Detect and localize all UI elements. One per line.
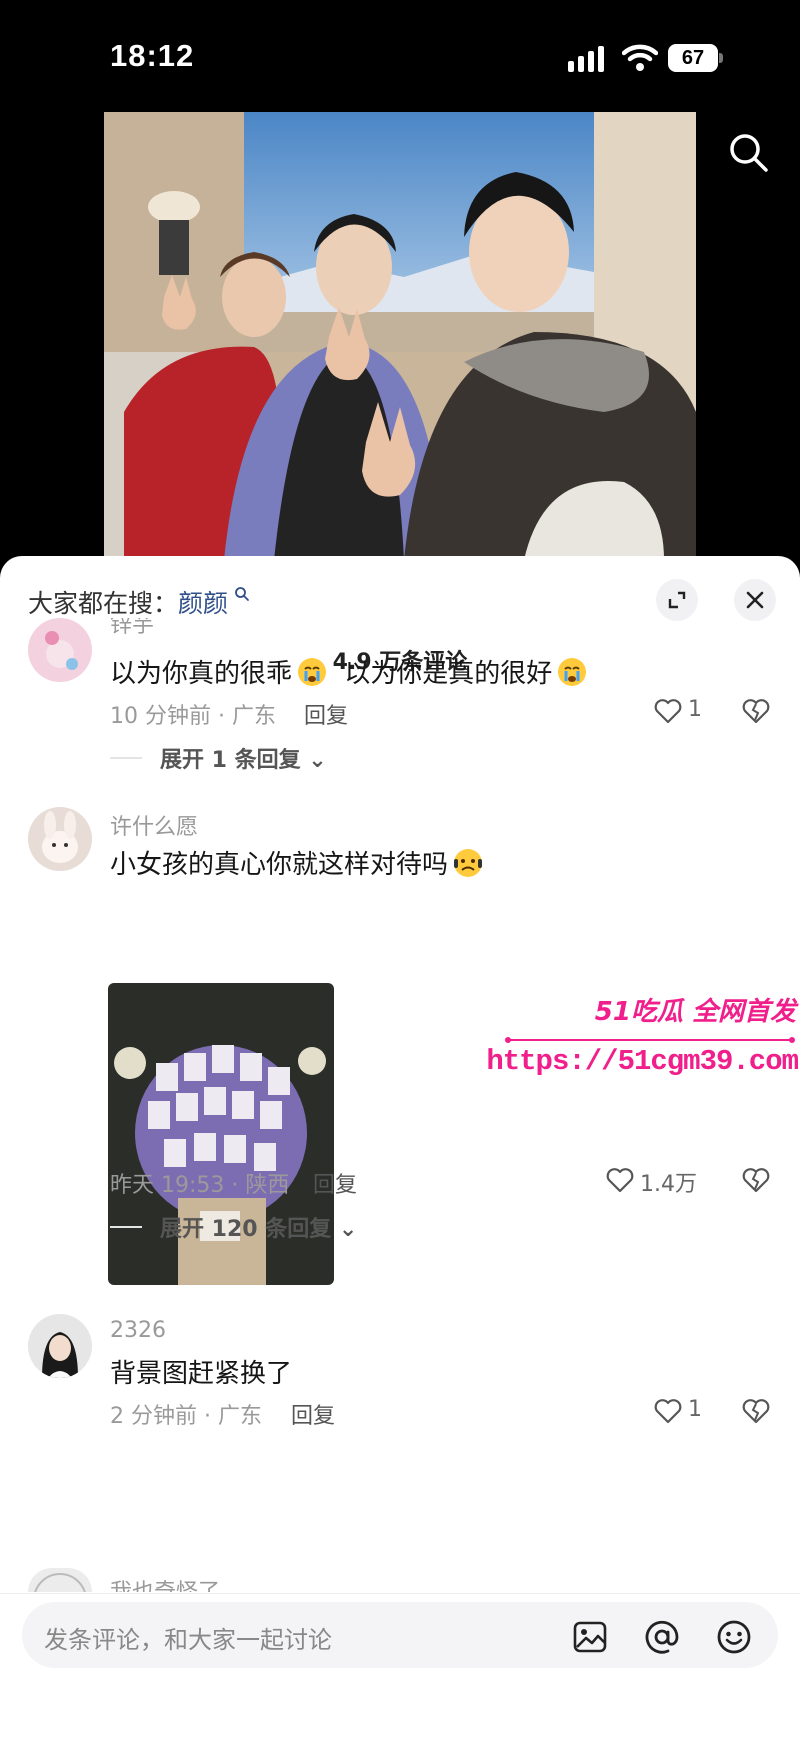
expand-replies-button[interactable]: 展开 1 条回复 ⌄ (160, 742, 327, 774)
watermark-url: https://51cgm39.com (486, 1045, 799, 1078)
video-area[interactable] (0, 110, 800, 560)
at-icon[interactable] (644, 1619, 680, 1655)
comment-input-bar: 发条评论，和大家一起讨论 (0, 1593, 800, 1739)
heart-icon (654, 699, 682, 724)
close-button[interactable] (734, 579, 776, 621)
like-count: 1 (688, 697, 702, 722)
comment-username[interactable]: 锌芋 (110, 618, 154, 636)
trending-search-term[interactable]: 颜颜 (178, 584, 228, 620)
like-count: 1 (688, 1397, 702, 1422)
like-button[interactable]: 1 (652, 1395, 712, 1427)
crying-emoji-icon (558, 658, 587, 686)
broken-heart-icon[interactable] (740, 1164, 772, 1196)
crying-emoji-icon (298, 658, 327, 686)
comment-username[interactable]: 许什么愿 (110, 809, 198, 841)
comment-meta: 昨天 19:53 · 陕西 (110, 1173, 290, 1198)
expand-replies-button[interactable]: 展开 120 条回复 ⌄ (160, 1211, 357, 1243)
comment-text: 以为你真的很乖 以为你是真的很好 (110, 653, 588, 690)
close-icon (746, 591, 764, 609)
like-button[interactable]: 1 (652, 695, 712, 727)
comments-sheet: 大家都在搜： 颜颜 4.9 万条评论 锌芋 以为你真的很乖 以为你是真的很好 1… (0, 556, 800, 1739)
like-button[interactable]: 1.4万 (604, 1164, 714, 1197)
avatar[interactable] (28, 618, 92, 682)
heart-icon (654, 1399, 682, 1424)
broken-heart-icon[interactable] (740, 1395, 772, 1427)
wifi-icon (622, 44, 658, 71)
search-icon[interactable] (726, 130, 770, 174)
sad-emoji-icon (454, 849, 483, 877)
watermark-divider (505, 1037, 795, 1043)
avatar[interactable] (28, 807, 92, 871)
comment-meta: 10 分钟前 · 广东 (110, 704, 276, 729)
comment-input[interactable]: 发条评论，和大家一起讨论 (22, 1602, 778, 1668)
battery-level: 67 (668, 44, 718, 72)
comment-text: 小女孩的真心你就这样对待吗 (110, 844, 484, 881)
watermark: 51吃瓜 全网首发 https://51cgm39.com (486, 991, 800, 1095)
reply-button[interactable]: 回复 (291, 1398, 335, 1430)
selfie-photo (104, 112, 696, 560)
watermark-brand: 51吃瓜 全网首发 (594, 997, 796, 1027)
heart-icon (606, 1168, 634, 1193)
like-count: 1.4万 (640, 1172, 697, 1197)
video-frame[interactable] (104, 112, 696, 560)
comment-username[interactable]: 2326 (110, 1318, 166, 1343)
reply-button[interactable]: 回复 (304, 698, 348, 730)
status-bar: 18:12 67 (0, 0, 800, 110)
battery-indicator: 67 (668, 44, 724, 72)
smiley-icon[interactable] (716, 1619, 752, 1655)
trending-search-label: 大家都在搜： (28, 589, 179, 618)
comment-input-placeholder: 发条评论，和大家一起讨论 (44, 1626, 332, 1654)
signal-icon (568, 46, 604, 72)
expand-icon (668, 591, 686, 609)
image-icon[interactable] (572, 1619, 608, 1655)
broken-heart-icon[interactable] (740, 695, 772, 727)
search-icon[interactable] (234, 586, 250, 602)
reply-button[interactable]: 回复 (313, 1167, 357, 1199)
status-time: 18:12 (110, 38, 195, 73)
comment-text: 背景图赶紧换了 (110, 1359, 293, 1389)
avatar[interactable] (28, 1568, 92, 1592)
avatar[interactable] (28, 1314, 92, 1378)
expand-button[interactable] (656, 579, 698, 621)
comment-username[interactable]: 我也奇怪了 (110, 1574, 220, 1592)
comment-meta: 2 分钟前 · 广东 (110, 1404, 262, 1429)
